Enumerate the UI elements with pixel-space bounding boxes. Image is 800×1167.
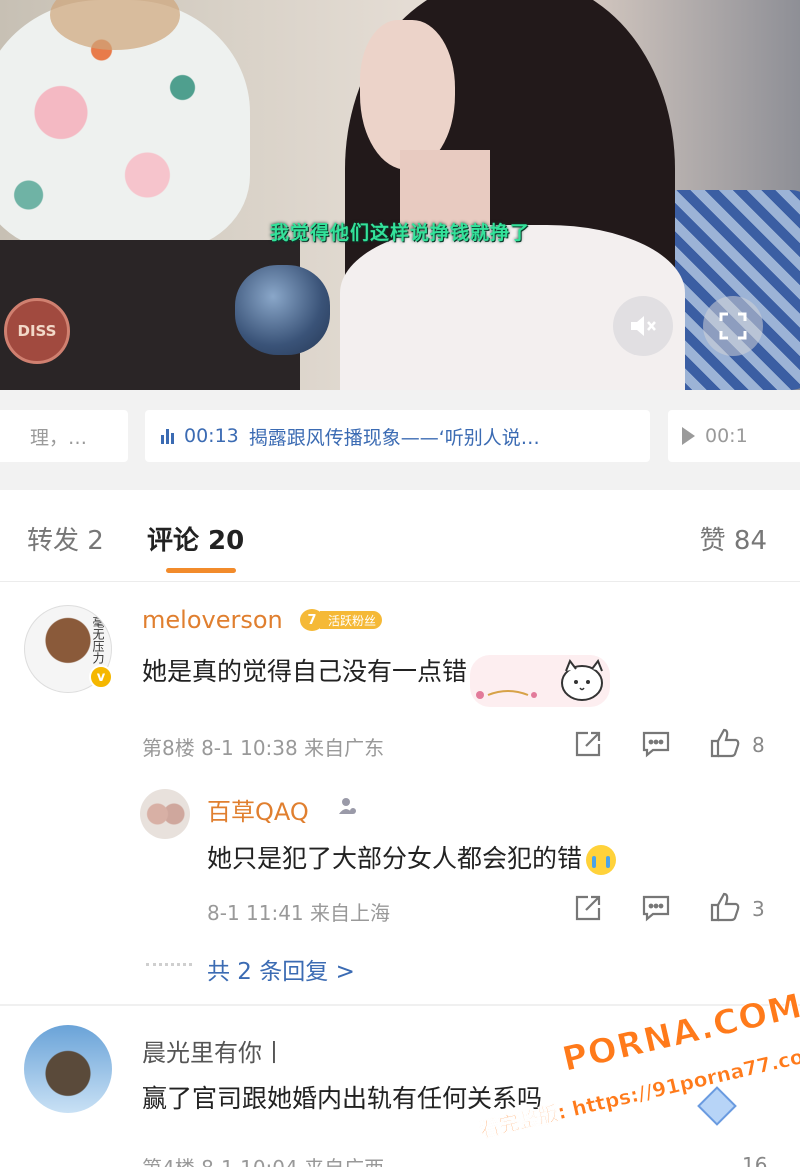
- chapter-prev-label: 理，…: [30, 426, 88, 449]
- share-icon: [575, 895, 601, 921]
- reply-thread-dots: [146, 963, 192, 966]
- fan-badge-label: 活跃粉丝: [320, 611, 383, 629]
- watermark: PORNA.COM 看完整版: https://91porna77.com: [470, 985, 800, 1155]
- chapter-prev[interactable]: 理，…: [0, 410, 128, 462]
- comment-meta: 第8楼 8-1 10:38 来自广东: [142, 736, 385, 760]
- comment-username[interactable]: 晨光里有你丨: [142, 1033, 286, 1068]
- like-count: 8: [752, 733, 765, 757]
- reply-username[interactable]: 百草QAQ: [207, 792, 309, 827]
- user-icon: [339, 798, 356, 814]
- tab-repost[interactable]: 转发 2: [27, 520, 104, 557]
- fullscreen-icon: [719, 312, 747, 340]
- comment-button[interactable]: [638, 729, 674, 759]
- like-button[interactable]: [707, 890, 743, 924]
- reply-text: 她只是犯了大部分女人都会犯的错: [207, 839, 617, 875]
- fullscreen-button[interactable]: [703, 296, 763, 356]
- audio-bars-icon: [161, 428, 174, 444]
- avatar[interactable]: [140, 789, 190, 839]
- like-button[interactable]: [707, 726, 743, 760]
- comment-icon: [642, 731, 670, 758]
- chapter-strip: 理，… 00:13 揭露跟风传播现象——‘听别人说… 00:1: [0, 390, 800, 490]
- reply-meta: 8-1 11:41 来自上海: [207, 901, 391, 925]
- verified-badge: v: [89, 665, 113, 689]
- like-count: 16: [742, 1153, 768, 1167]
- play-icon: [682, 427, 695, 445]
- tab-bar: 转发 2 评论 20 赞 84: [0, 490, 800, 582]
- comment-username[interactable]: meloverson: [142, 606, 283, 634]
- avatar-text: 毫无压力: [91, 616, 105, 664]
- comment-meta: 第4楼 8-1 10:04 来自广西: [142, 1152, 384, 1167]
- reply-text-content: 她只是犯了大部分女人都会犯的错: [207, 844, 583, 873]
- comment-button[interactable]: [638, 893, 674, 923]
- cat-sticker-icon: [470, 655, 610, 707]
- share-button[interactable]: [571, 893, 605, 923]
- share-button[interactable]: [571, 729, 605, 759]
- channel-badge: DISS: [4, 298, 70, 364]
- mute-icon: [631, 316, 656, 336]
- thumbs-up-icon: [710, 892, 740, 922]
- mute-button[interactable]: [613, 296, 673, 356]
- thumbs-up-icon: [710, 728, 740, 758]
- tab-likes[interactable]: 赞 84: [700, 520, 767, 557]
- avatar[interactable]: [24, 1025, 112, 1113]
- chapter-next-time: 00:1: [705, 425, 748, 447]
- share-icon: [575, 731, 601, 757]
- like-count: 3: [752, 897, 765, 921]
- video-player[interactable]: 我觉得他们这样说挣钱就挣了 DISS: [0, 0, 800, 390]
- comment-icon: [642, 895, 670, 922]
- chapter-next[interactable]: 00:1: [668, 410, 800, 462]
- chapter-current-title: 揭露跟风传播现象——‘听别人说…: [248, 426, 540, 449]
- crying-emoji-icon: [586, 845, 617, 875]
- chapter-current-time: 00:13: [184, 425, 239, 447]
- chapter-current[interactable]: 00:13 揭露跟风传播现象——‘听别人说…: [145, 410, 650, 462]
- view-replies-link[interactable]: 共 2 条回复 >: [207, 952, 355, 986]
- comment-text: 她是真的觉得自己没有一点错: [142, 657, 468, 686]
- active-tab-indicator: [166, 568, 236, 573]
- video-subtitle: 我觉得他们这样说挣钱就挣了: [269, 222, 530, 244]
- fan-badge[interactable]: 7 活跃粉丝: [300, 609, 383, 631]
- tab-comments[interactable]: 评论 20: [147, 520, 244, 557]
